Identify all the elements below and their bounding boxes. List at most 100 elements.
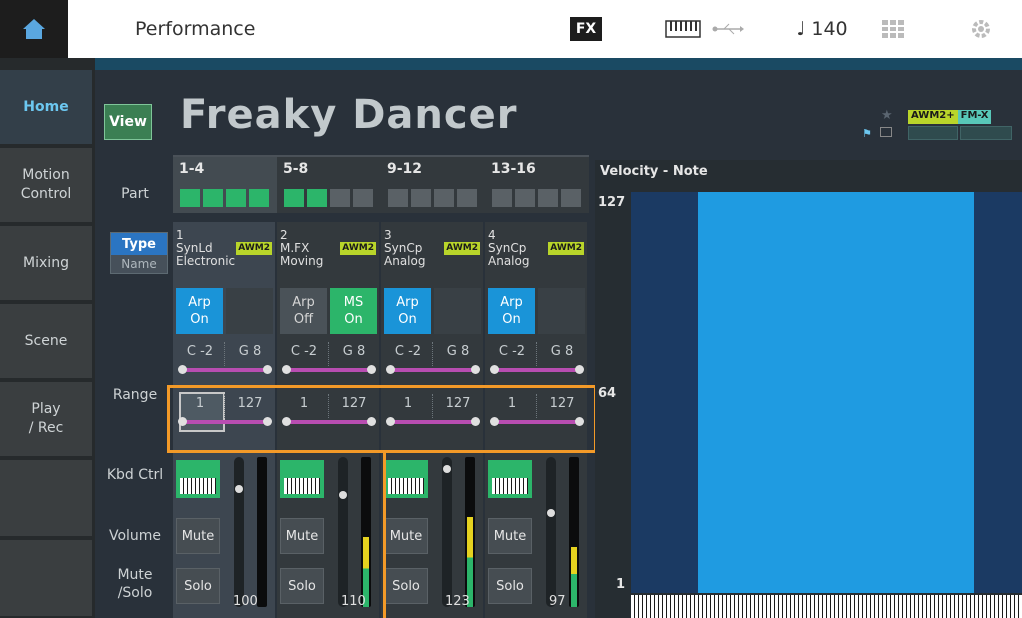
volume-fader[interactable] xyxy=(442,457,452,607)
type-name-toggle[interactable]: Type Name xyxy=(110,232,168,274)
part-status-square xyxy=(411,189,431,207)
solo-button[interactable]: Solo xyxy=(176,568,220,604)
note-range-bar[interactable] xyxy=(386,365,480,374)
sidebar-item-motion-control[interactable]: Motion Control xyxy=(0,148,92,224)
solo-button[interactable]: Solo xyxy=(384,568,428,604)
part-group-tab[interactable]: 1-4 xyxy=(173,155,277,213)
type-button[interactable]: Type xyxy=(111,233,167,255)
fader-knob[interactable] xyxy=(547,509,555,517)
keyboard-icon xyxy=(388,478,424,494)
volume-value: 123 xyxy=(445,594,470,609)
part-status-square xyxy=(226,189,246,207)
flag-icon: ⚑ xyxy=(862,127,872,140)
part-status-square xyxy=(249,189,269,207)
volume-row-label: Volume xyxy=(108,528,162,544)
mute-button[interactable]: Mute xyxy=(488,518,532,554)
performance-name[interactable]: Freaky Dancer xyxy=(180,92,517,138)
part-group-tab[interactable]: 9-12 xyxy=(381,155,485,213)
part-group-label: 13-16 xyxy=(491,161,536,177)
sidebar-item-label: Play / Rec xyxy=(28,401,64,436)
note-high: G 8 xyxy=(342,344,366,359)
star-icon[interactable]: ★ xyxy=(881,108,893,123)
note-range-bar[interactable] xyxy=(490,365,584,374)
part-status-square xyxy=(434,189,454,207)
note-high: G 8 xyxy=(238,344,262,359)
part-info[interactable]: 3 SynCp AWM2 Analog xyxy=(384,229,480,268)
arp-toggle[interactable]: Arp On xyxy=(384,288,431,334)
sidebar-item-label: Scene xyxy=(24,332,68,349)
kbd-ctrl-row-label: Kbd Ctrl xyxy=(106,467,164,483)
kbd-ctrl-toggle[interactable] xyxy=(280,460,324,498)
part-status-square xyxy=(307,189,327,207)
note-range[interactable]: C -2 G 8 xyxy=(277,340,381,380)
part-status-square xyxy=(388,189,408,207)
part-info[interactable]: 4 SynCp AWM2 Analog xyxy=(488,229,584,268)
range-row-label: Range xyxy=(112,387,158,403)
part-status-square xyxy=(284,189,304,207)
keyboard-icon[interactable] xyxy=(663,12,703,46)
sidebar-item-home[interactable]: Home xyxy=(0,70,92,146)
home-button[interactable] xyxy=(0,0,68,58)
note-range[interactable]: C -2 G 8 xyxy=(381,340,485,380)
note-range[interactable]: C -2 G 8 xyxy=(485,340,589,380)
sidebar-item-mixing[interactable]: Mixing xyxy=(0,226,92,302)
part-info[interactable]: 2 M.FX AWM2 Moving xyxy=(280,229,376,268)
fader-knob[interactable] xyxy=(443,465,451,473)
sidebar-item-empty xyxy=(0,540,92,618)
arp-label: Arp xyxy=(396,295,419,310)
range-selection-highlight xyxy=(167,385,597,453)
volume-fader[interactable] xyxy=(546,457,556,607)
graph-title: Velocity - Note xyxy=(600,164,708,179)
part-status-square xyxy=(180,189,200,207)
arp-state: Off xyxy=(293,312,314,327)
sidebar-item-label: Mixing xyxy=(23,254,69,271)
gear-icon[interactable] xyxy=(966,12,996,46)
note-low: C -2 xyxy=(394,344,422,359)
part-subcategory: Electronic xyxy=(176,254,236,268)
note-range[interactable]: C -2 G 8 xyxy=(173,340,277,380)
arp-label: Arp xyxy=(500,295,523,310)
tempo-display[interactable]: ♩ 140 xyxy=(787,12,857,46)
level-meter xyxy=(257,457,267,607)
kbd-ctrl-toggle[interactable] xyxy=(488,460,532,498)
volume-fader[interactable] xyxy=(234,457,244,607)
part-status-square xyxy=(203,189,223,207)
solo-button[interactable]: Solo xyxy=(488,568,532,604)
sidebar-item-play-rec[interactable]: Play / Rec xyxy=(0,382,92,458)
fx-button[interactable]: FX xyxy=(570,17,602,41)
part-group-label: 5-8 xyxy=(283,161,309,177)
part-status-square xyxy=(492,189,512,207)
solo-button[interactable]: Solo xyxy=(280,568,324,604)
ms-toggle[interactable]: MS On xyxy=(330,288,377,334)
part-subcategory: Analog xyxy=(488,254,530,268)
volume-value: 100 xyxy=(233,594,258,609)
engine-tag: AWM2 xyxy=(340,242,376,255)
view-button[interactable]: View xyxy=(104,104,152,140)
mute-button[interactable]: Mute xyxy=(280,518,324,554)
kbd-ctrl-toggle[interactable] xyxy=(176,460,220,498)
sidebar-item-scene[interactable]: Scene xyxy=(0,304,92,380)
note-range-bar[interactable] xyxy=(178,365,272,374)
grid-icon[interactable] xyxy=(878,12,908,46)
fader-knob[interactable] xyxy=(235,485,243,493)
note-range-bar[interactable] xyxy=(282,365,376,374)
part-group-tab[interactable]: 13-16 xyxy=(485,155,589,213)
arp-toggle[interactable]: Arp Off xyxy=(280,288,327,334)
name-button[interactable]: Name xyxy=(111,255,167,273)
part-status-square xyxy=(330,189,350,207)
volume-fader[interactable] xyxy=(338,457,348,607)
part-group-tab[interactable]: 5-8 xyxy=(277,155,381,213)
engine-tag: AWM2 xyxy=(548,242,584,255)
part-group-label: 9-12 xyxy=(387,161,423,177)
note-high: G 8 xyxy=(550,344,574,359)
mute-button[interactable]: Mute xyxy=(384,518,428,554)
arp-state: On xyxy=(502,312,521,327)
kbd-ctrl-toggle[interactable] xyxy=(384,460,428,498)
fader-knob[interactable] xyxy=(339,491,347,499)
mute-solo-row-label: Mute /Solo xyxy=(117,567,153,601)
y-label-mid: 64 xyxy=(598,386,617,401)
arp-toggle[interactable]: Arp On xyxy=(176,288,223,334)
arp-toggle[interactable]: Arp On xyxy=(488,288,535,334)
mute-button[interactable]: Mute xyxy=(176,518,220,554)
part-info[interactable]: 1 SynLd AWM2 Electronic xyxy=(176,229,272,268)
